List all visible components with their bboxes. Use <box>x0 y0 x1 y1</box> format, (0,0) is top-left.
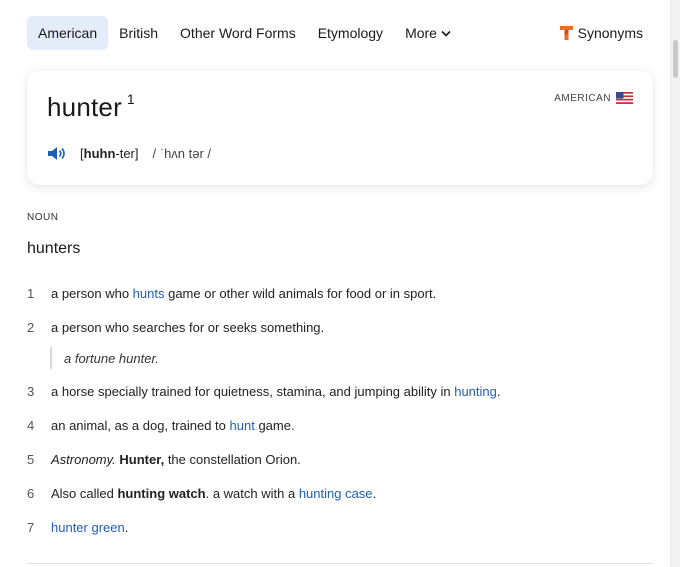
definition-number: 7 <box>27 520 35 535</box>
homograph-number: 1 <box>126 91 135 107</box>
definition-number: 5 <box>27 452 35 467</box>
definition-text-part: a horse specially trained for quietness,… <box>51 384 455 399</box>
speaker-icon[interactable] <box>47 146 67 161</box>
scrollbar-thumb[interactable] <box>673 40 678 78</box>
definition-text-part: Also called <box>51 486 118 501</box>
us-flag-icon <box>616 92 633 104</box>
definition-text: Astronomy. Hunter, the constellation Ori… <box>51 452 301 467</box>
definition-text-part: game. <box>254 418 295 433</box>
definition-number: 6 <box>27 486 35 501</box>
definition-item: 5 Astronomy. Hunter, the constellation O… <box>27 452 301 467</box>
synonyms-link[interactable]: Synonyms <box>559 16 643 50</box>
region-label: AMERICAN <box>554 92 633 104</box>
inflected-form: hunters <box>27 240 81 257</box>
definition-text: Also called hunting watch. a watch with … <box>51 486 376 501</box>
definition-text: a person who searches for or seeks somet… <box>51 320 325 335</box>
tab-other-word-forms[interactable]: Other Word Forms <box>169 16 307 50</box>
definition-number: 3 <box>27 384 35 399</box>
part-of-speech: NOUN <box>27 212 59 223</box>
tab-label: Other Word Forms <box>180 25 296 41</box>
region-text: AMERICAN <box>554 92 611 104</box>
definition-item: 3 a horse specially trained for quietnes… <box>27 384 501 399</box>
subject-label: Astronomy. <box>51 452 116 467</box>
definition-text-part: . <box>124 520 129 535</box>
definition-text: a horse specially trained for quietness,… <box>51 384 501 399</box>
definition-item: 6 Also called hunting watch. a watch wit… <box>27 486 376 501</box>
definition-item: 2 a person who searches for or seeks som… <box>27 320 324 335</box>
tab-label: American <box>38 25 98 41</box>
definition-item: 1 a person who hunts game or other wild … <box>27 286 436 301</box>
tab-label: More <box>405 25 437 41</box>
tab-american[interactable]: American <box>27 16 109 50</box>
respelling-rest: -ter <box>115 146 135 161</box>
link-hunter-green[interactable]: hunter green <box>51 520 125 535</box>
thesaurus-logo-icon <box>559 26 573 40</box>
tab-british[interactable]: British <box>108 16 169 50</box>
definition-text-part: the constellation Orion. <box>164 452 301 467</box>
definition-text: a person who hunts game or other wild an… <box>51 286 436 301</box>
link-hunting-case[interactable]: hunting case <box>299 486 373 501</box>
pronunciation: [huhn-ter] / ˈhʌn tər / <box>47 146 211 161</box>
definition-item: 7 hunter green. <box>27 520 128 535</box>
headword-text: hunter <box>47 92 122 122</box>
tab-etymology[interactable]: Etymology <box>307 16 394 50</box>
definition-text-part: game or other wild animals for food or i… <box>164 286 437 301</box>
definition-bold-term: Hunter, <box>119 452 165 467</box>
respelling: [huhn-ter] <box>80 146 139 161</box>
tab-label: Etymology <box>317 25 384 41</box>
definition-text-part: an animal, as a dog, trained to <box>51 418 230 433</box>
example-text: a fortune hunter. <box>64 350 159 366</box>
link-hunt[interactable]: hunt <box>230 418 255 433</box>
example-quote: a fortune hunter. <box>50 347 159 369</box>
headword: hunter 1 <box>47 91 135 123</box>
link-hunting[interactable]: hunting <box>454 384 497 399</box>
headword-card: hunter 1 AMERICAN [huhn-ter] / ˈhʌn tər / <box>27 70 653 185</box>
definition-text-part: . <box>372 486 377 501</box>
tab-more[interactable]: More <box>394 16 462 50</box>
definition-text-part: . <box>496 384 501 399</box>
definition-bold-term: hunting watch <box>117 486 206 501</box>
definition-text-part: . a watch with a <box>205 486 299 501</box>
definition-number: 2 <box>27 320 35 335</box>
definition-text-part: a person who <box>51 286 133 301</box>
definition-number: 1 <box>27 286 35 301</box>
link-hunts[interactable]: hunts <box>133 286 165 301</box>
scrollbar[interactable] <box>670 0 680 567</box>
respelling-stress: huhn <box>83 146 116 161</box>
definition-number: 4 <box>27 418 35 433</box>
dictionary-tabs: American British Other Word Forms Etymol… <box>27 16 462 50</box>
definition-item: 4 an animal, as a dog, trained to hunt g… <box>27 418 295 433</box>
chevron-down-icon <box>441 30 451 37</box>
synonyms-label: Synonyms <box>577 25 643 41</box>
definition-text: hunter green. <box>51 520 128 535</box>
tab-label: British <box>119 25 159 41</box>
definition-text: an animal, as a dog, trained to hunt gam… <box>51 418 295 433</box>
section-divider <box>27 563 653 564</box>
ipa-pronunciation: / ˈhʌn tər / <box>152 146 212 161</box>
